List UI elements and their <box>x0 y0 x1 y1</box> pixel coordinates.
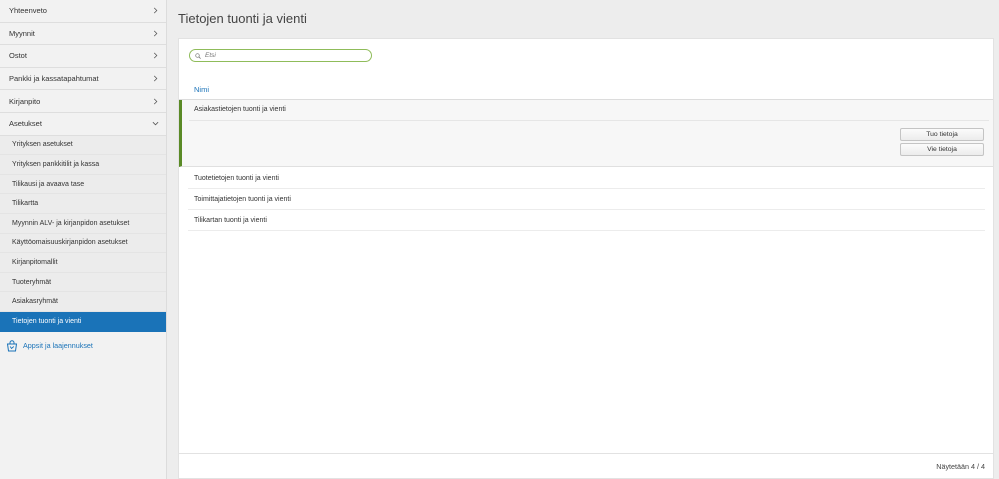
nav-item-asetukset[interactable]: Asetukset <box>0 113 166 136</box>
sub-item-kayttoomaisuus[interactable]: Käyttöomaisuuskirjanpidon asetukset <box>0 234 166 254</box>
expanded-row-label: Asiakastietojen tuonti ja vienti <box>194 106 286 113</box>
sub-item-tietojen-tuonti[interactable]: Tietojen tuonti ja vienti <box>0 311 166 332</box>
nav-item-kirjanpito[interactable]: Kirjanpito <box>0 90 166 113</box>
sub-item-tilikartta[interactable]: Tilikartta <box>0 194 166 214</box>
nav-item-label: Yhteenveto <box>9 6 47 16</box>
nav-item-label: Ostot <box>9 51 27 61</box>
sub-item-pankkitilit[interactable]: Yrityksen pankkitilit ja kassa <box>0 155 166 175</box>
search-box[interactable] <box>189 49 372 62</box>
chevron-right-icon <box>151 97 159 105</box>
sidebar: Yhteenveto Myynnit Ostot Pankki ja kassa… <box>0 0 167 479</box>
expanded-row[interactable]: Asiakastietojen tuonti ja vienti Tuo tie… <box>179 100 993 167</box>
nav-item-yhteenveto[interactable]: Yhteenveto <box>0 0 166 23</box>
chevron-down-icon <box>151 120 159 128</box>
table-row[interactable]: Tuotetietojen tuonti ja vienti <box>188 168 985 189</box>
apps-link[interactable]: Appsit ja laajennukset <box>0 332 166 352</box>
export-data-button[interactable]: Vie tietoja <box>900 143 984 156</box>
sub-item-yrityksen-asetukset[interactable]: Yrityksen asetukset <box>0 136 166 156</box>
nav-item-label: Pankki ja kassatapahtumat <box>9 74 99 84</box>
settings-submenu: Yrityksen asetukset Yrityksen pankkitili… <box>0 135 166 332</box>
sub-item-kirjanpitomallit[interactable]: Kirjanpitomallit <box>0 253 166 273</box>
sub-item-asiakasryhmat[interactable]: Asiakasryhmät <box>0 292 166 312</box>
search-icon <box>195 52 201 59</box>
footer-divider <box>179 453 993 454</box>
main-panel: Nimi Asiakastietojen tuonti ja vienti Tu… <box>178 38 994 479</box>
table-row[interactable]: Tilikartan tuonti ja vienti <box>188 210 985 231</box>
nav-item-myynnit[interactable]: Myynnit <box>0 23 166 46</box>
chevron-right-icon <box>151 29 159 37</box>
table-row[interactable]: Toimittajatietojen tuonti ja vienti <box>188 189 985 210</box>
page-title: Tietojen tuonti ja vienti <box>178 11 307 26</box>
nav-item-ostot[interactable]: Ostot <box>0 45 166 68</box>
nav-item-label: Myynnit <box>9 28 35 38</box>
result-count: Näytetään 4 / 4 <box>936 462 985 471</box>
column-header-nimi[interactable]: Nimi <box>194 85 209 94</box>
chevron-right-icon <box>151 75 159 83</box>
nav-item-label: Kirjanpito <box>9 96 41 106</box>
sub-item-tilikausi[interactable]: Tilikausi ja avaava tase <box>0 175 166 195</box>
row-divider <box>189 120 989 121</box>
apps-link-label: Appsit ja laajennukset <box>23 341 93 350</box>
shopping-bag-icon <box>6 339 18 351</box>
chevron-right-icon <box>151 52 159 60</box>
chevron-right-icon <box>151 7 159 15</box>
sub-item-alv-asetukset[interactable]: Myynnin ALV- ja kirjanpidon asetukset <box>0 214 166 234</box>
import-data-button[interactable]: Tuo tietoja <box>900 128 984 141</box>
nav-item-pankki[interactable]: Pankki ja kassatapahtumat <box>0 68 166 91</box>
search-input[interactable] <box>205 52 365 59</box>
sub-item-tuoteryhmat[interactable]: Tuoteryhmät <box>0 273 166 293</box>
nav-item-label: Asetukset <box>9 119 42 129</box>
